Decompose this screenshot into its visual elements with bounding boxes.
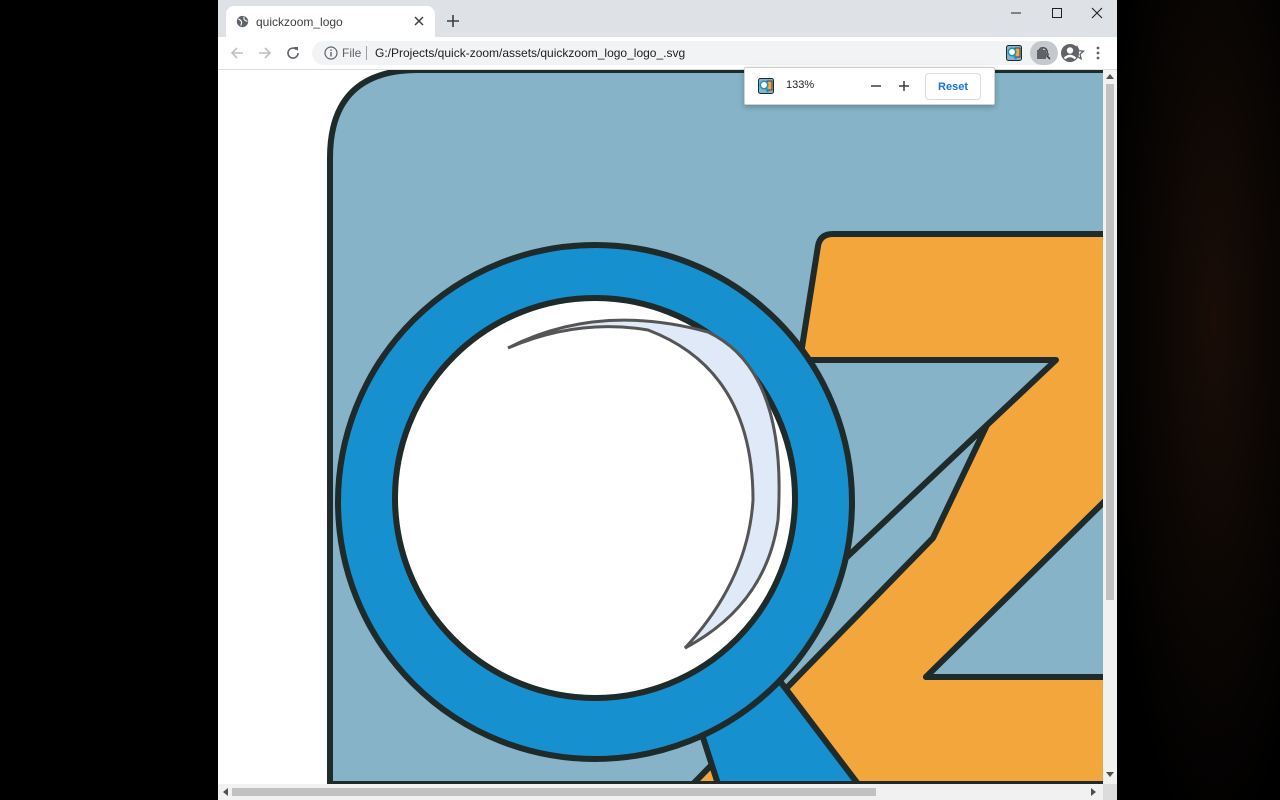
minimize-icon bbox=[1011, 12, 1021, 14]
zoom-out-button[interactable] bbox=[866, 76, 886, 96]
horizontal-scrollbar[interactable] bbox=[218, 784, 1103, 800]
info-icon[interactable] bbox=[324, 46, 338, 60]
minus-icon bbox=[871, 85, 881, 87]
quickzoom-logo-image bbox=[327, 70, 1103, 784]
tab-quickzoom-logo[interactable]: quickzoom_logo bbox=[226, 6, 435, 37]
arrow-right-icon bbox=[259, 47, 272, 59]
scrollbar-corner bbox=[1103, 784, 1117, 800]
minimize-button[interactable] bbox=[996, 0, 1036, 26]
scheme-label: File bbox=[342, 46, 362, 60]
browser-window: quickzoom_logo File G:/Projects/quick-zo… bbox=[218, 0, 1117, 800]
arrow-left-icon bbox=[230, 47, 243, 59]
maximize-button[interactable] bbox=[1037, 0, 1077, 26]
tab-title: quickzoom_logo bbox=[256, 15, 343, 29]
address-bar[interactable]: File G:/Projects/quick-zoom/assets/quick… bbox=[312, 41, 1085, 65]
close-tab-icon[interactable] bbox=[412, 14, 426, 28]
puzzle-icon bbox=[1037, 47, 1049, 59]
page-content bbox=[218, 70, 1103, 784]
url-text[interactable]: G:/Projects/quick-zoom/assets/quickzoom_… bbox=[375, 46, 685, 60]
menu-button[interactable] bbox=[1088, 43, 1108, 63]
scroll-up-icon[interactable] bbox=[1106, 73, 1114, 79]
more-vert-icon bbox=[1096, 46, 1100, 60]
reload-icon bbox=[287, 47, 299, 59]
plus-icon bbox=[899, 81, 909, 91]
profile-button[interactable] bbox=[1060, 43, 1080, 63]
vertical-scroll-thumb[interactable] bbox=[1106, 84, 1114, 600]
scroll-left-icon[interactable] bbox=[222, 788, 228, 796]
desktop-wallpaper bbox=[1117, 0, 1280, 800]
globe-icon bbox=[236, 15, 249, 28]
scroll-down-icon[interactable] bbox=[1106, 772, 1114, 778]
quickzoom-extension-icon bbox=[1006, 45, 1022, 61]
vertical-scrollbar[interactable] bbox=[1103, 70, 1117, 784]
quickzoom-extension-button[interactable] bbox=[1004, 43, 1024, 63]
zoom-in-button[interactable] bbox=[894, 76, 914, 96]
maximize-icon bbox=[1052, 8, 1062, 18]
quickzoom-extension-icon bbox=[758, 78, 774, 94]
close-window-button[interactable] bbox=[1077, 0, 1117, 26]
forward-button[interactable] bbox=[255, 43, 275, 63]
reset-zoom-button[interactable]: Reset bbox=[925, 73, 981, 100]
scroll-right-icon[interactable] bbox=[1091, 788, 1097, 796]
browser-toolbar: File G:/Projects/quick-zoom/assets/quick… bbox=[218, 37, 1117, 70]
address-separator bbox=[366, 46, 367, 60]
zoom-popup: 133% Reset bbox=[744, 67, 995, 105]
zoom-level: 133% bbox=[786, 79, 815, 91]
new-tab-icon[interactable] bbox=[446, 14, 460, 28]
tab-strip: quickzoom_logo bbox=[218, 0, 1117, 37]
extensions-button[interactable] bbox=[1032, 43, 1052, 63]
reload-button[interactable] bbox=[283, 43, 303, 63]
account-icon bbox=[1061, 44, 1079, 62]
horizontal-scroll-thumb[interactable] bbox=[232, 788, 876, 796]
close-icon bbox=[1091, 7, 1103, 19]
back-button[interactable] bbox=[227, 43, 247, 63]
